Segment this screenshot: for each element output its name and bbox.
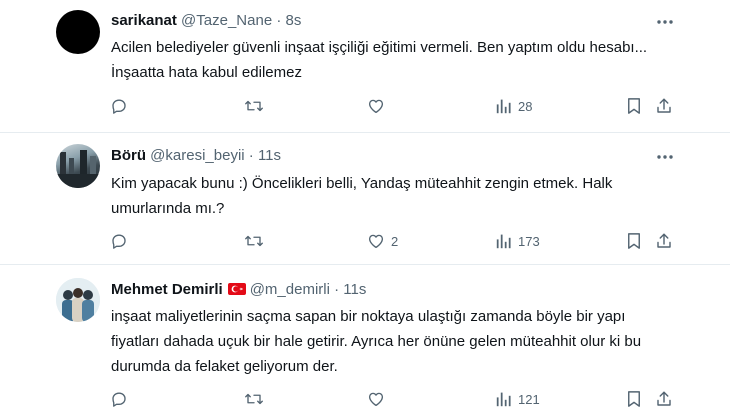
- view-count: 173: [518, 233, 540, 249]
- author-handle[interactable]: @Taze_Nane: [181, 12, 272, 29]
- views-button[interactable]: 121: [496, 389, 540, 409]
- tweet-text: inşaat maliyetlerinin saçma sapan bir no…: [111, 308, 642, 375]
- retweet-button[interactable]: [244, 389, 264, 409]
- view-count: 28: [518, 98, 533, 114]
- view-count: 121: [518, 391, 540, 407]
- tweet-feed: sarikanat @Taze_Nane · 8s Acilen belediy…: [0, 0, 730, 420]
- like-button[interactable]: 2: [367, 231, 398, 251]
- share-icon: [657, 391, 671, 406]
- tweet[interactable]: Börü @karesi_beyii · 11s Kim yapacak bun…: [0, 133, 730, 264]
- timestamp[interactable]: 11s: [258, 147, 281, 164]
- timestamp[interactable]: 11s: [343, 281, 366, 298]
- views-bar-chart-icon: [496, 234, 511, 249]
- bookmark-icon: [628, 233, 640, 249]
- turkey-flag-icon: [227, 283, 246, 295]
- reply-icon: [112, 392, 126, 407]
- separator-dot: ·: [248, 147, 254, 164]
- author-name[interactable]: Börü: [111, 147, 146, 164]
- like-button[interactable]: [367, 96, 391, 116]
- separator-dot: ·: [276, 12, 282, 29]
- tweet-text: Kim yapacak bunu :) Öncelikleri belli, Y…: [111, 175, 613, 217]
- retweet-icon: [245, 235, 263, 247]
- heart-icon: [368, 392, 384, 407]
- tweet-header: sarikanat @Taze_Nane · 8s: [111, 11, 301, 31]
- retweet-button[interactable]: [244, 231, 264, 251]
- tweet-header: Börü @karesi_beyii · 11s: [111, 146, 281, 166]
- avatar[interactable]: [56, 278, 100, 322]
- author-handle[interactable]: @karesi_beyii: [150, 147, 244, 164]
- bookmark-button[interactable]: [626, 389, 642, 409]
- heart-icon: [368, 234, 384, 249]
- share-icon: [657, 233, 671, 248]
- bookmark-icon: [628, 98, 640, 114]
- author-name[interactable]: Mehmet Demirli: [111, 281, 223, 298]
- reply-icon: [112, 234, 126, 249]
- share-button[interactable]: [655, 231, 673, 251]
- separator-dot: ·: [334, 281, 340, 298]
- share-button[interactable]: [655, 96, 673, 116]
- avatar[interactable]: [56, 144, 100, 188]
- retweet-icon: [245, 393, 263, 405]
- avatar[interactable]: [56, 10, 100, 54]
- share-button[interactable]: [655, 389, 673, 409]
- like-count: 2: [391, 233, 399, 249]
- retweet-button[interactable]: [244, 96, 264, 116]
- tweet[interactable]: Mehmet Demirli @m_demirli · 11s inşaat ma…: [0, 265, 730, 420]
- more-horizontal-icon[interactable]: [655, 147, 675, 167]
- reply-icon: [112, 99, 126, 114]
- views-button[interactable]: 173: [496, 231, 540, 251]
- more-horizontal-icon[interactable]: [655, 12, 675, 32]
- tweet-text: Acilen belediyeler güvenli inşaat işçili…: [111, 39, 648, 81]
- views-button[interactable]: 28: [496, 96, 532, 116]
- views-bar-chart-icon: [496, 99, 511, 114]
- bookmark-button[interactable]: [626, 231, 642, 251]
- retweet-icon: [245, 100, 263, 112]
- author-handle[interactable]: @m_demirli: [250, 281, 330, 298]
- author-name[interactable]: sarikanat: [111, 12, 177, 29]
- bookmark-button[interactable]: [626, 96, 642, 116]
- tweet-header: Mehmet Demirli @m_demirli · 11s: [111, 280, 366, 300]
- timestamp[interactable]: 8s: [286, 12, 302, 29]
- bookmark-icon: [628, 391, 640, 407]
- share-icon: [657, 98, 671, 113]
- reply-button[interactable]: [110, 231, 128, 251]
- tweet[interactable]: sarikanat @Taze_Nane · 8s Acilen belediy…: [0, 0, 730, 132]
- heart-icon: [368, 99, 384, 114]
- views-bar-chart-icon: [496, 392, 511, 407]
- like-button[interactable]: [367, 389, 391, 409]
- reply-button[interactable]: [110, 96, 128, 116]
- reply-button[interactable]: [110, 389, 128, 409]
